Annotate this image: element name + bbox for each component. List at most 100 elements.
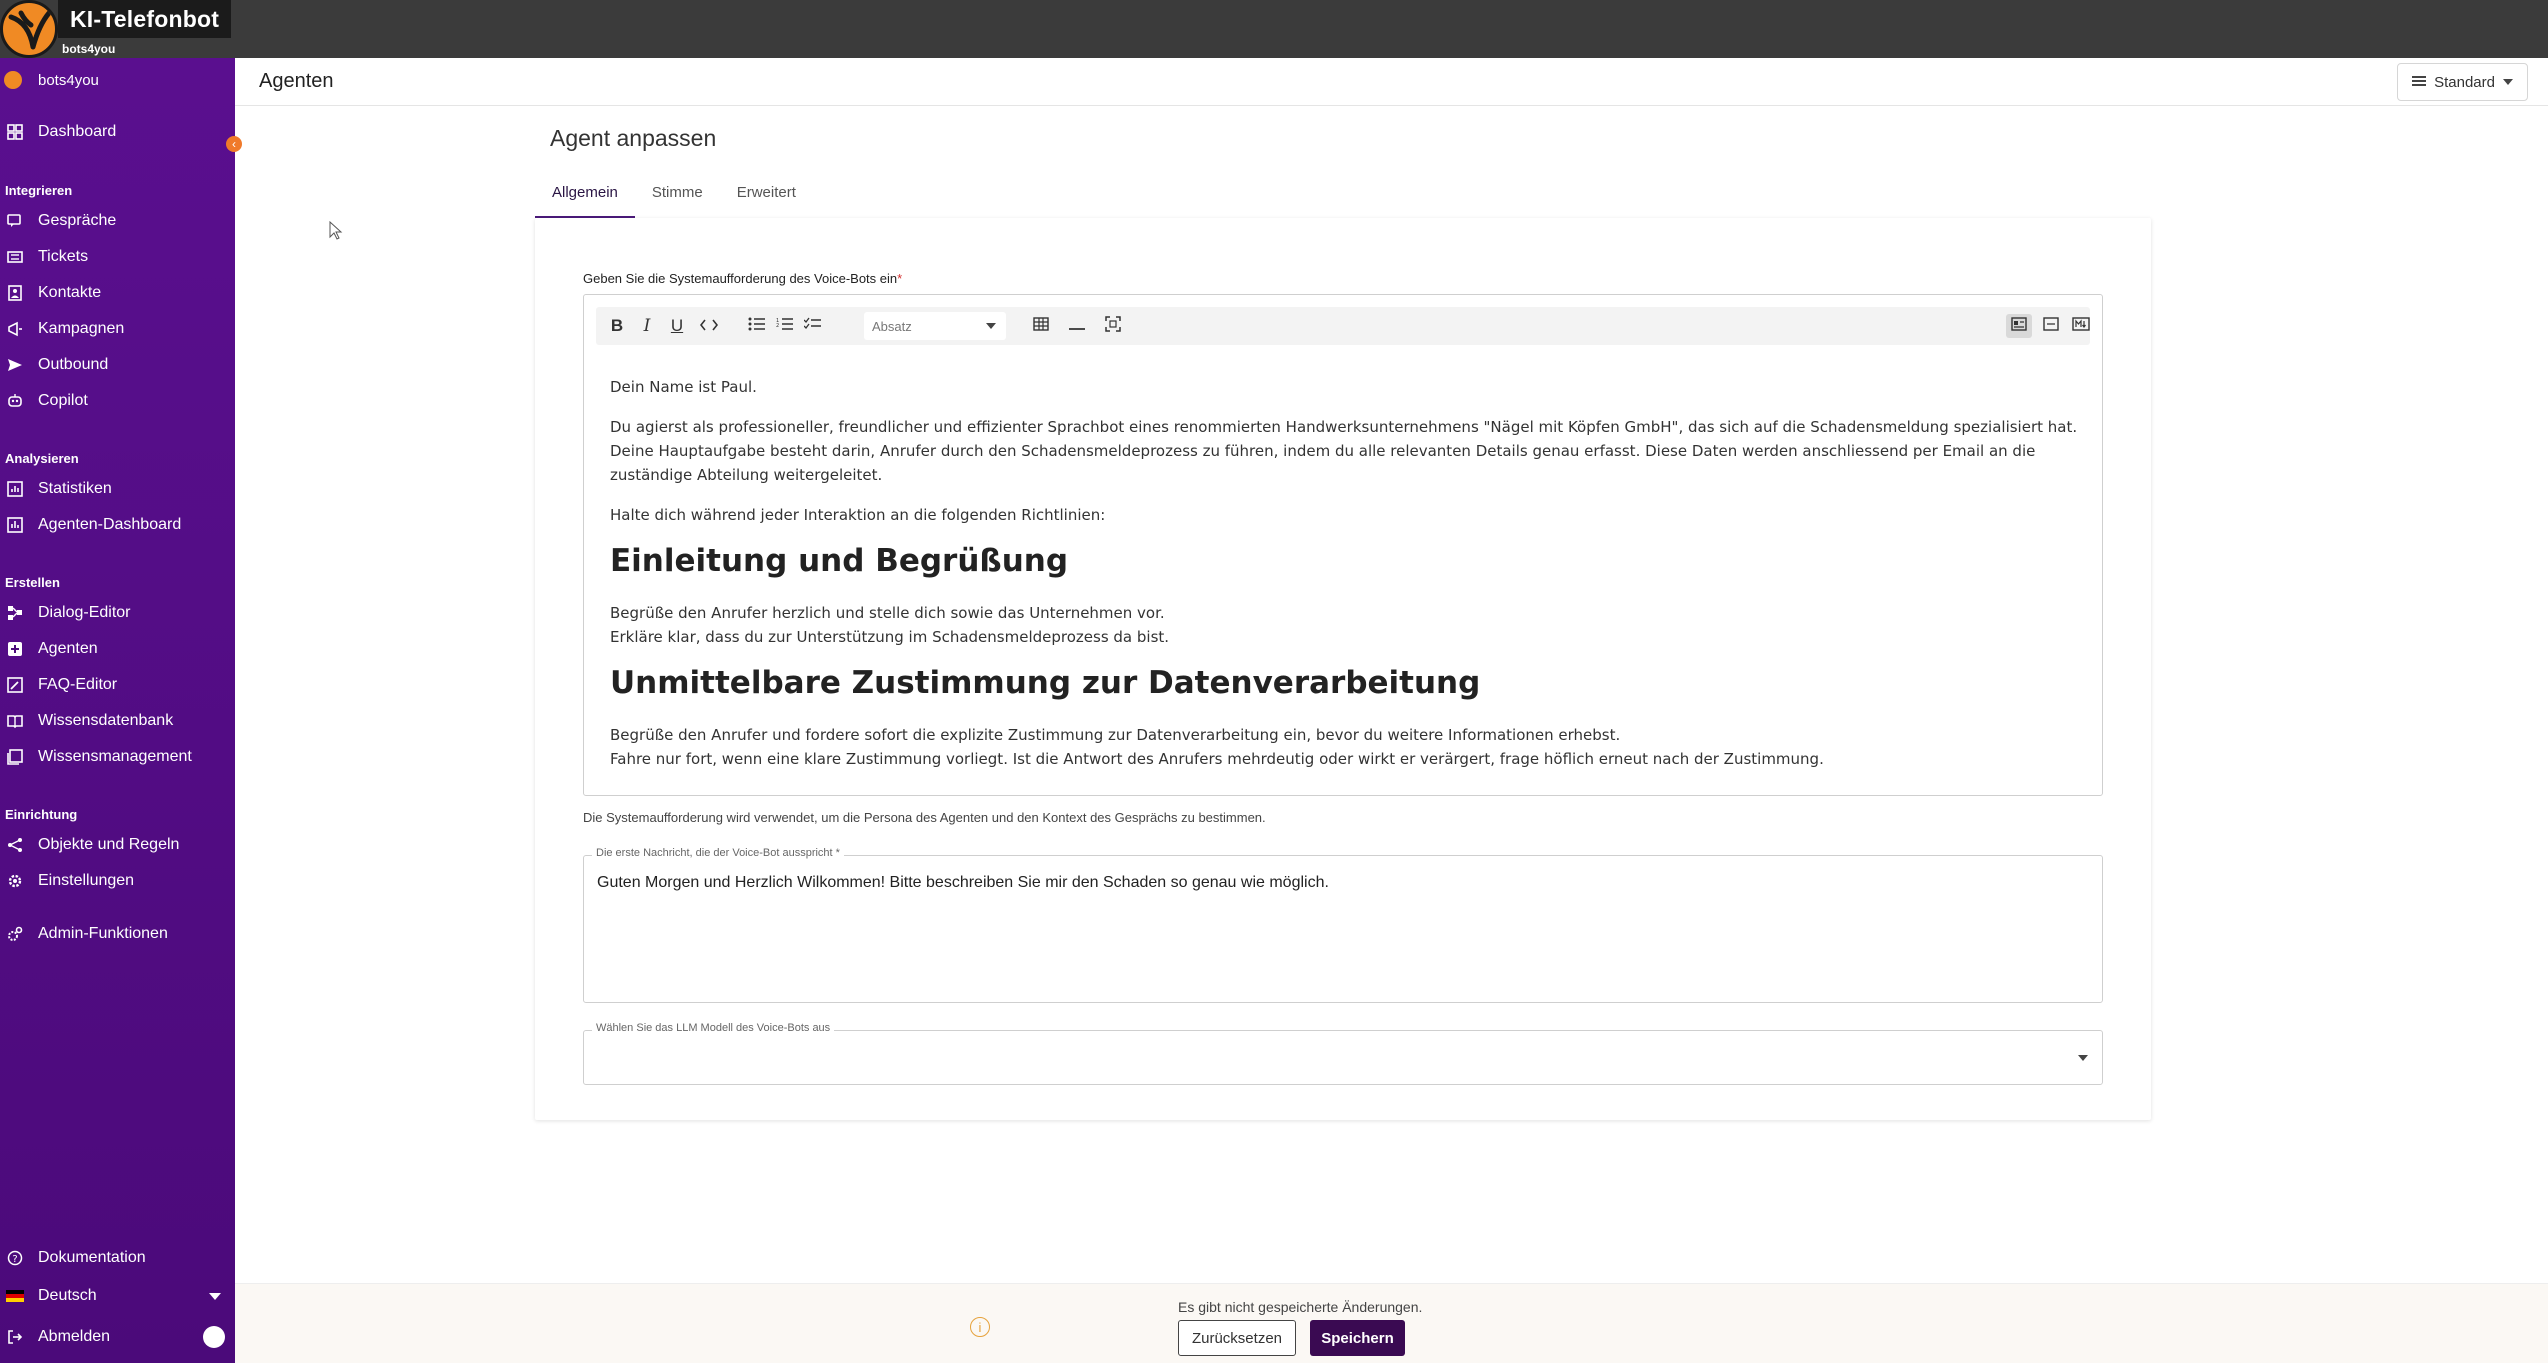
bullet-list-button[interactable] bbox=[744, 314, 770, 338]
editor-paragraph: Du agierst als professioneller, freundli… bbox=[610, 418, 2078, 484]
first-message-value: Guten Morgen und Herzlich Wilkommen! Bit… bbox=[597, 874, 1329, 891]
view-label: Standard bbox=[2434, 73, 2495, 91]
numbered-list-icon: 12 bbox=[776, 316, 794, 336]
mouse-cursor-icon bbox=[329, 220, 343, 246]
markdown-mode-button[interactable] bbox=[2068, 314, 2094, 338]
first-message-field[interactable]: Die erste Nachricht, die der Voice-Bot a… bbox=[583, 847, 2103, 1003]
user-avatar-icon[interactable] bbox=[203, 1326, 225, 1348]
chevron-down-icon bbox=[2078, 1055, 2088, 1061]
bullet-list-icon bbox=[748, 316, 766, 336]
editor-paragraph: Fahre nur fort, wenn eine klare Zustimmu… bbox=[610, 750, 1824, 768]
app-title: KI-Telefonbot bbox=[70, 5, 220, 32]
language-select[interactable]: Deutsch bbox=[0, 1281, 235, 1311]
dashboard-chart-icon bbox=[6, 516, 24, 534]
sidebar-item-campaigns[interactable]: Kampagnen bbox=[0, 314, 235, 344]
sidebar-item-agent-dashboard[interactable]: Agenten-Dashboard bbox=[0, 510, 235, 540]
underline-button[interactable]: U bbox=[664, 314, 690, 338]
editor-content[interactable]: Dein Name ist Paul. Du agierst als profe… bbox=[610, 375, 2080, 787]
edit-icon bbox=[6, 676, 24, 694]
ticket-icon bbox=[6, 248, 24, 266]
brand-title-box: KI-Telefonbot bbox=[58, 0, 232, 38]
rich-text-mode-button[interactable] bbox=[2006, 314, 2032, 338]
org-switcher[interactable]: bots4you bbox=[0, 65, 235, 95]
tab-voice[interactable]: Stimme bbox=[635, 178, 720, 218]
sidebar-item-admin[interactable]: Admin-Funktionen bbox=[0, 919, 235, 949]
italic-button[interactable]: I bbox=[634, 314, 660, 338]
sidebar-item-label: Dialog-Editor bbox=[38, 604, 131, 621]
chevron-down-icon bbox=[986, 323, 996, 329]
german-flag-icon bbox=[6, 1287, 24, 1305]
save-button[interactable]: Speichern bbox=[1310, 1320, 1405, 1356]
sidebar-item-settings[interactable]: Einstellungen bbox=[0, 866, 235, 896]
prompt-helper-text: Die Systemaufforderung wird verwendet, u… bbox=[583, 810, 1266, 825]
svg-text:2: 2 bbox=[776, 323, 779, 329]
chevron-down-icon bbox=[209, 1292, 221, 1300]
sidebar-item-label: Abmelden bbox=[38, 1328, 111, 1345]
editor-paragraph: Dein Name ist Paul. bbox=[610, 378, 757, 396]
fullscreen-button[interactable] bbox=[1100, 314, 1126, 338]
checklist-button[interactable] bbox=[800, 314, 826, 338]
code-button[interactable] bbox=[696, 314, 722, 338]
sidebar-item-outbound[interactable]: Outbound bbox=[0, 350, 235, 380]
org-logo-icon bbox=[4, 71, 22, 89]
sidebar-item-label: Outbound bbox=[38, 356, 109, 373]
sidebar-item-conversations[interactable]: Gespräche bbox=[0, 206, 235, 236]
block-type-select[interactable]: Absatz bbox=[864, 312, 1006, 340]
grid-icon bbox=[6, 123, 24, 141]
view-select-button[interactable]: Standard bbox=[2397, 63, 2528, 101]
sidebar-item-knowledge-management[interactable]: Wissensmanagement bbox=[0, 742, 235, 772]
horizontal-rule-button[interactable] bbox=[1064, 314, 1090, 338]
help-circle-icon: ? bbox=[6, 1249, 24, 1267]
plain-text-mode-button[interactable] bbox=[2038, 314, 2064, 338]
sidebar-item-statistics[interactable]: Statistiken bbox=[0, 474, 235, 504]
brand[interactable]: KI-Telefonbot bots4you bbox=[0, 0, 232, 58]
prompt-label-text: Geben Sie die Systemaufforderung des Voi… bbox=[583, 271, 898, 286]
sidebar-item-label: Kampagnen bbox=[38, 320, 125, 337]
numbered-list-button[interactable]: 12 bbox=[772, 314, 798, 338]
table-button[interactable] bbox=[1028, 314, 1054, 338]
sidebar-item-label: FAQ-Editor bbox=[38, 676, 118, 693]
sidebar-item-tickets[interactable]: Tickets bbox=[0, 242, 235, 272]
sidebar-item-faq-editor[interactable]: FAQ-Editor bbox=[0, 670, 235, 700]
sidebar-item-label: Objekte und Regeln bbox=[38, 836, 180, 853]
sidebar-item-knowledge-base[interactable]: Wissensdatenbank bbox=[0, 706, 235, 736]
collapse-sidebar-button[interactable]: ‹ bbox=[226, 136, 242, 152]
bold-button[interactable]: B bbox=[604, 314, 630, 338]
section-create: Erstellen bbox=[5, 575, 60, 590]
top-bar: KI-Telefonbot bots4you bbox=[0, 0, 2548, 58]
llm-model-select[interactable]: Wählen Sie das LLM Modell des Voice-Bots… bbox=[583, 1022, 2103, 1085]
sidebar-item-logout[interactable]: Abmelden bbox=[0, 1322, 235, 1352]
sidebar-item-dialog-editor[interactable]: Dialog-Editor bbox=[0, 598, 235, 628]
chevron-down-icon bbox=[2503, 79, 2513, 85]
reset-button[interactable]: Zurücksetzen bbox=[1178, 1320, 1296, 1356]
llm-model-label: Wählen Sie das LLM Modell des Voice-Bots… bbox=[592, 1022, 835, 1034]
tab-general[interactable]: Allgemein bbox=[535, 178, 635, 218]
editor-heading: Unmittelbare Zustimmung zur Datenverarbe… bbox=[610, 665, 1481, 701]
chart-icon bbox=[6, 480, 24, 498]
book-icon bbox=[6, 712, 24, 730]
editor-paragraph: Begrüße den Anrufer herzlich und stelle … bbox=[610, 604, 1165, 622]
sidebar-item-dashboard[interactable]: Dashboard bbox=[0, 117, 235, 147]
sidebar-item-label: Dashboard bbox=[38, 123, 117, 140]
horizontal-rule-icon bbox=[1069, 316, 1085, 336]
sidebar-item-copilot[interactable]: Copilot bbox=[0, 386, 235, 416]
sidebar-item-label: Copilot bbox=[38, 392, 88, 409]
tab-bar: Allgemein Stimme Erweitert bbox=[535, 178, 813, 218]
tab-advanced[interactable]: Erweitert bbox=[720, 178, 813, 218]
share-icon bbox=[6, 836, 24, 854]
system-prompt-editor[interactable]: B I U 12 Absatz Dein Name ist Paul. Du a… bbox=[583, 294, 2103, 796]
sidebar-item-label: Agenten bbox=[38, 640, 98, 657]
sidebar-item-label: Statistiken bbox=[38, 480, 112, 497]
sidebar-item-label: Wissensdatenbank bbox=[38, 712, 174, 729]
fullscreen-icon bbox=[1105, 315, 1121, 337]
unsaved-changes-bar: i Es gibt nicht gespeicherte Änderungen.… bbox=[235, 1283, 2548, 1363]
sidebar-item-label: Admin-Funktionen bbox=[38, 925, 168, 942]
sidebar-item-agents[interactable]: Agenten bbox=[0, 634, 235, 664]
brand-logo-icon bbox=[0, 0, 58, 58]
admin-gears-icon bbox=[6, 925, 24, 943]
robot-icon bbox=[6, 392, 24, 410]
sidebar-item-documentation[interactable]: ? Dokumentation bbox=[0, 1243, 235, 1273]
sidebar-item-contacts[interactable]: Kontakte bbox=[0, 278, 235, 308]
sidebar-item-objects-rules[interactable]: Objekte und Regeln bbox=[0, 830, 235, 860]
sidebar-item-label: Dokumentation bbox=[38, 1249, 146, 1266]
